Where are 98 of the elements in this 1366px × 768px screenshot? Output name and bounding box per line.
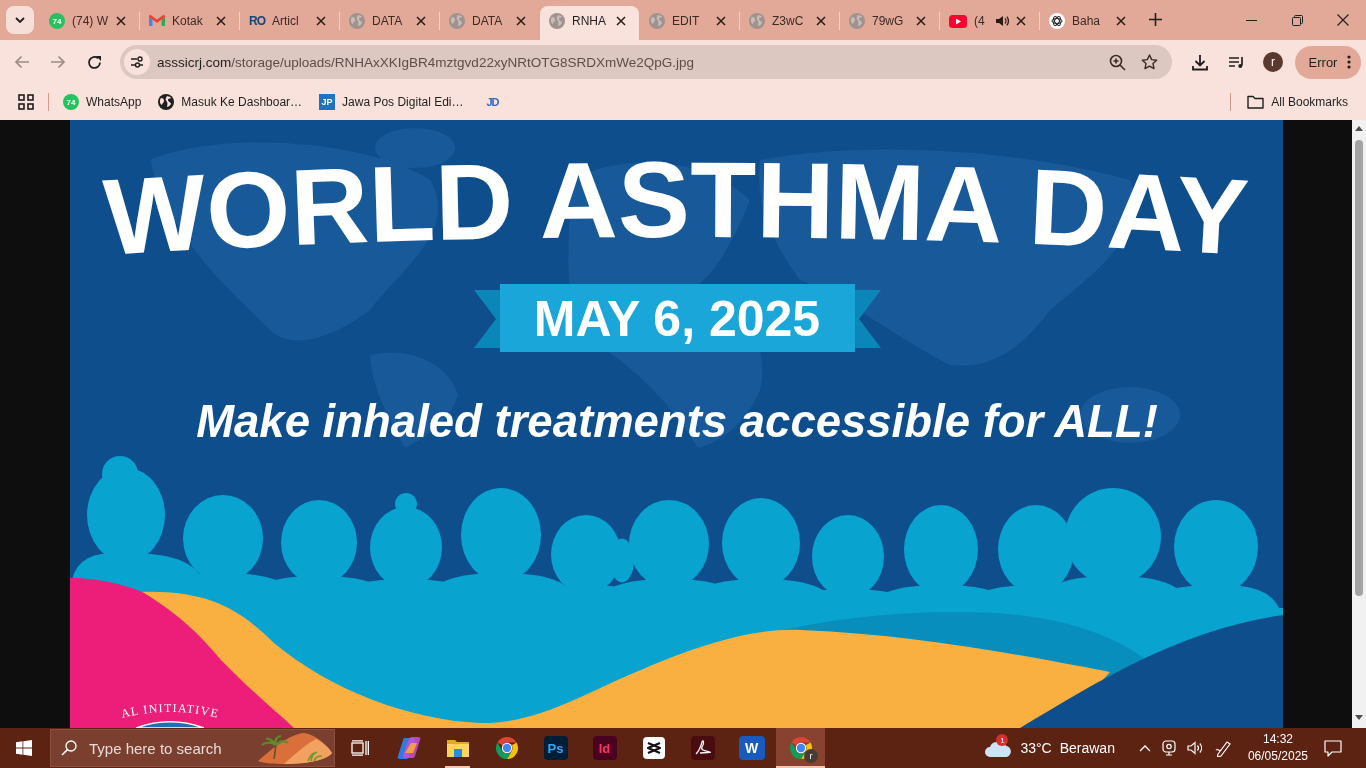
more-icon (1347, 55, 1352, 69)
browser-tab[interactable]: Baha (1040, 6, 1139, 40)
taskbar-app-button[interactable]: Id (580, 728, 629, 768)
speaker-icon[interactable] (1186, 741, 1204, 755)
close-icon[interactable] (116, 16, 126, 26)
globe-icon (649, 13, 665, 29)
windows-logo-icon[interactable] (16, 740, 32, 756)
profile-avatar[interactable]: r (1263, 52, 1283, 72)
minimize-icon[interactable] (1245, 19, 1257, 21)
swirl-icon (396, 737, 421, 759)
site-logo: JP (319, 94, 336, 110)
browser-icon (494, 736, 519, 760)
apps-grid-icon[interactable] (18, 94, 34, 110)
search-icon (61, 740, 77, 756)
chevron-down-icon (15, 17, 25, 23)
pen-icon[interactable] (1214, 739, 1233, 757)
logo-text: AL INITIATIVE (119, 700, 220, 721)
close-icon[interactable] (616, 16, 626, 26)
site-info-icon[interactable] (124, 49, 150, 75)
scroll-down-icon[interactable] (1355, 715, 1363, 720)
clock[interactable]: 14:32 06/05/2025 (1247, 731, 1308, 765)
weather-condition-text: Berawan (1059, 740, 1115, 756)
close-icon[interactable] (1116, 16, 1126, 26)
poster-title: WORLD ASTHMA DAY (100, 138, 1251, 278)
browser-tab[interactable]: RO Articl (240, 6, 339, 40)
cut-icon (642, 737, 665, 759)
clock-date: 06/05/2025 (1247, 748, 1308, 765)
knot-icon (1049, 13, 1065, 29)
task-view-icon (350, 740, 369, 756)
browser-tab[interactable]: (4 (940, 6, 1039, 40)
plus-icon[interactable] (1149, 13, 1162, 26)
scrollbar-thumb[interactable] (1355, 140, 1363, 596)
browser-tab[interactable]: EDIT (640, 6, 739, 40)
browser-tab[interactable]: Kotak (140, 6, 239, 40)
bookmark-item[interactable]: 74 WhatsApp (59, 94, 146, 110)
taskbar-app-button[interactable]: r (776, 728, 825, 768)
logo-tile: Id (592, 736, 617, 760)
taskbar-app-button[interactable]: Ps (531, 728, 580, 768)
poster-tagline: Make inhaled treatments accessible for ALL! (195, 396, 1158, 447)
unread-badge: 74 (49, 13, 65, 29)
globe-icon (158, 94, 175, 110)
folder-icon (446, 739, 469, 757)
close-icon[interactable] (1337, 14, 1349, 26)
globe-icon (849, 13, 865, 29)
reload-icon[interactable] (86, 54, 102, 70)
browser-tab[interactable]: RNHA (540, 6, 639, 40)
bookmark-item[interactable]: JP Jawa Pos Digital Edi… (315, 94, 468, 110)
camera-icon[interactable] (1161, 740, 1176, 756)
close-icon[interactable] (816, 16, 826, 26)
playlist-icon[interactable] (1228, 55, 1245, 69)
url-text: asssicrj.com/storage/uploads/RNHAxXKIgBR4mztgvd22xyNRtOTG8SRDXmWe2QpG.jpg (157, 54, 694, 70)
taskbar-app-button[interactable]: W (727, 728, 776, 768)
search-input[interactable]: Type here to search (89, 739, 242, 757)
speaker-icon[interactable] (995, 15, 1009, 27)
unread-badge: 74 (63, 94, 79, 110)
scroll-up-icon[interactable] (1355, 126, 1363, 131)
globe-icon (349, 13, 365, 29)
pdf-icon (690, 736, 715, 760)
zoom-in-icon[interactable] (1109, 53, 1126, 71)
browser-tab[interactable]: 79wG (840, 6, 939, 40)
browser-tab[interactable]: DATA (340, 6, 439, 40)
globe-icon (449, 13, 465, 29)
tab-search-button[interactable] (6, 6, 34, 34)
address-field[interactable]: asssicrj.com/storage/uploads/RNHAxXKIgBR4mztgvd22xyNRtOTG8SRDXmWe2QpG.jpg (120, 45, 1172, 79)
close-icon[interactable] (416, 16, 426, 26)
close-icon[interactable] (1016, 16, 1026, 26)
close-icon[interactable] (216, 16, 226, 26)
close-icon[interactable] (516, 16, 526, 26)
close-icon[interactable] (316, 16, 326, 26)
scrollbar-track[interactable] (1352, 120, 1366, 728)
bookmark-item[interactable]: JD (476, 96, 503, 108)
clock-time: 14:32 (1262, 731, 1293, 748)
restore-icon[interactable] (1291, 14, 1303, 26)
all-bookmarks-button[interactable]: All Bookmarks (1243, 95, 1352, 109)
date-ribbon: MAY 6, 2025 (473, 284, 881, 352)
browser-tab[interactable]: DATA (440, 6, 539, 40)
browser-tab[interactable]: Z3wC (740, 6, 839, 40)
notification-badge: 1 (996, 734, 1009, 746)
profile-badge: r (804, 749, 818, 763)
bookmark-item[interactable]: Masuk Ke Dashboar… (154, 94, 307, 110)
logo-tile: W (738, 736, 765, 760)
notification-icon[interactable] (1324, 739, 1342, 757)
browser-tab[interactable]: 74 (74) W (40, 6, 139, 40)
globe-icon (749, 13, 765, 29)
folder-icon (1247, 95, 1265, 109)
temperature-text: 33°C (1020, 740, 1052, 756)
logo-tile: Ps (543, 736, 568, 760)
site-logo: RO (249, 14, 265, 28)
star-icon[interactable] (1141, 54, 1158, 70)
mail-icon (149, 15, 165, 27)
error-button[interactable]: Error (1295, 45, 1361, 79)
globe-icon (549, 13, 565, 29)
close-icon[interactable] (916, 16, 926, 26)
chevron-up-icon[interactable] (1138, 744, 1151, 752)
download-icon[interactable] (1192, 53, 1208, 71)
close-icon[interactable] (716, 16, 726, 26)
site-logo: JD (486, 96, 499, 108)
play-icon (949, 14, 967, 28)
